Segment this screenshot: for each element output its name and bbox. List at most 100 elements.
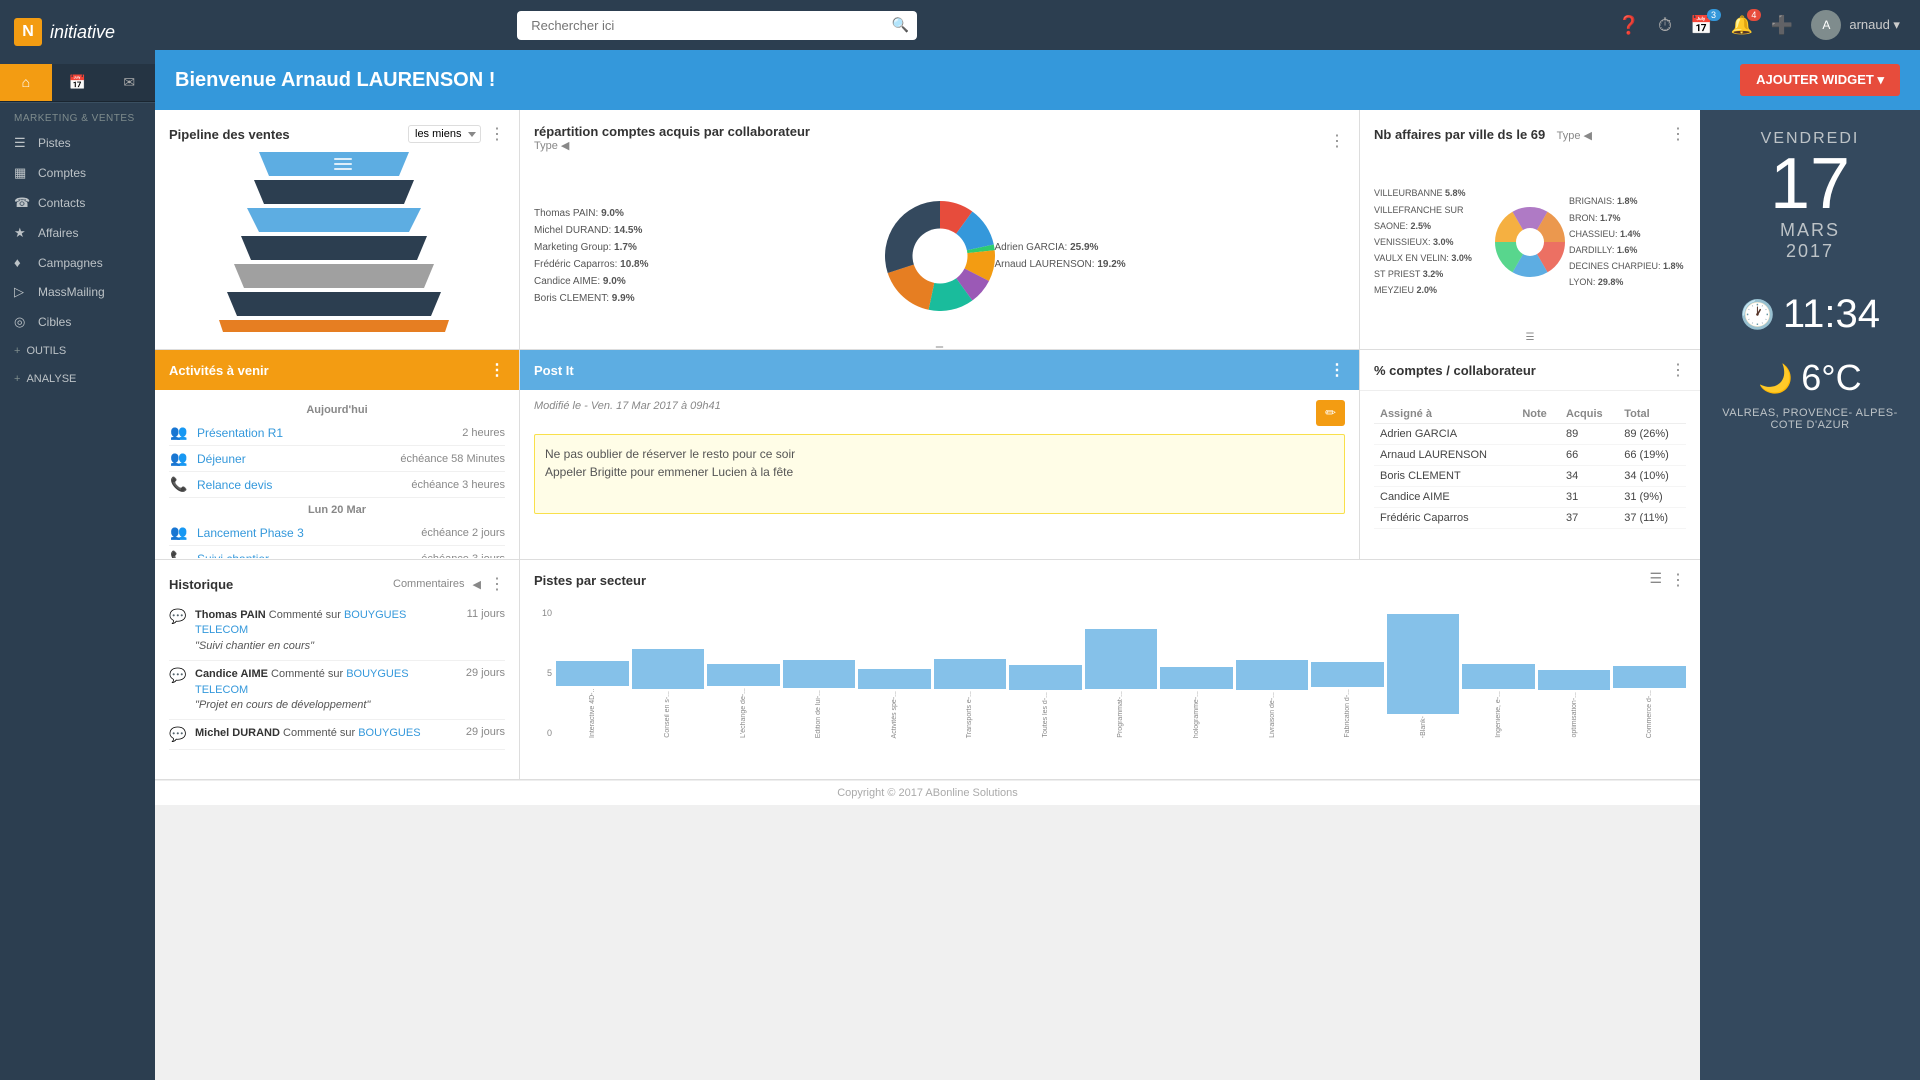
pistes-secteur-title: Pistes par secteur [534, 573, 646, 588]
mon-label: Lun 20 Mar [169, 504, 505, 516]
pistes-secteur-menu-btn[interactable]: ⋮ [1670, 570, 1686, 590]
historique-days: 29 jours [466, 667, 505, 679]
sidebar-group-analyse[interactable]: + ANALYSE [0, 365, 155, 393]
col-acquis: Acquis [1560, 405, 1618, 424]
bar-col: Ingenierie, e-... [1462, 664, 1535, 738]
pipeline-filter[interactable]: les miens [408, 125, 481, 143]
plus-icon: + [14, 345, 20, 357]
nav-mail[interactable]: ✉ [103, 64, 155, 101]
widgets-row-3: Historique Commentaires ◀ ⋮ 💬 Thomas PAI… [155, 560, 1700, 780]
pistes-secteur-widget: Pistes par secteur ☰ ⋮ 10 5 0 [520, 560, 1700, 779]
add-widget-button[interactable]: AJOUTER WIDGET ▾ [1740, 64, 1900, 96]
massmailing-icon: ▷ [14, 284, 30, 300]
group-label: OUTILS [26, 345, 66, 357]
bar-label: Interactive 4D-... [589, 688, 596, 738]
cell-note [1516, 445, 1560, 466]
bar-col: Commerce d-... [1613, 666, 1686, 738]
pipeline-menu-btn[interactable]: ⋮ [489, 124, 505, 144]
activity-row: 👥 Présentation R1 2 heures [169, 420, 505, 446]
nav-home[interactable]: ⌂ [0, 64, 52, 101]
sidebar-item-campagnes[interactable]: ♦ Campagnes [0, 248, 155, 277]
header-icons: ❓ ⏱ 📅 3 🔔 4 ➕ A arnaud ▾ [1618, 10, 1900, 40]
sidebar-item-massmailing[interactable]: ▷ MassMailing [0, 277, 155, 307]
sidebar-logo[interactable]: N initiative [0, 0, 155, 64]
dashboard-main: Pipeline des ventes les miens ⋮ [155, 110, 1700, 1080]
activity-time: échéance 3 heures [411, 479, 505, 491]
activity-link[interactable]: Lancement Phase 3 [197, 526, 413, 540]
header-user[interactable]: A arnaud ▾ [1811, 10, 1900, 40]
sidebar-item-affaires[interactable]: ★ Affaires [0, 218, 155, 248]
bar [858, 669, 931, 689]
weather-icon: 🌙 [1758, 362, 1793, 395]
pct-comptes-menu-btn[interactable]: ⋮ [1670, 360, 1686, 380]
activity-time: échéance 2 jours [421, 527, 505, 539]
bell-badge: 4 [1747, 9, 1761, 21]
funnel-chart: Gagnée (2) Prospection (2) Perdue (1) [179, 152, 489, 332]
cell-acquis: 37 [1560, 508, 1618, 529]
cell-acquis: 34 [1560, 466, 1618, 487]
bar-label: Fabrication d-... [1344, 689, 1351, 738]
table-row: Candice AIME 3131 (9%) [1374, 487, 1686, 508]
main-content: 🔍 ❓ ⏱ 📅 3 🔔 4 ➕ A arnaud ▾ Bienvenue Arn… [155, 0, 1920, 1080]
postit-content: Ne pas oublier de réserver le resto pour… [534, 434, 1345, 514]
col-note: Note [1516, 405, 1560, 424]
repartition-menu-btn[interactable]: ⋮ [1329, 131, 1345, 151]
bar [1009, 665, 1082, 690]
cell-note [1516, 508, 1560, 529]
avatar: A [1811, 10, 1841, 40]
bar-label: Toutes les d-... [1042, 692, 1049, 738]
copyright: Copyright © 2017 ABonline Solutions [155, 780, 1700, 805]
sidebar-group-outils[interactable]: + OUTILS [0, 337, 155, 365]
historique-row: 💬 Candice AIME Commenté sur BOUYGUES TEL… [169, 661, 505, 720]
cell-acquis: 31 [1560, 487, 1618, 508]
historique-row: 💬 Michel DURAND Commenté sur BOUYGUES 29… [169, 720, 505, 750]
activity-link[interactable]: Relance devis [197, 478, 403, 492]
cell-note [1516, 487, 1560, 508]
calendar-icon-btn[interactable]: 📅 3 [1690, 15, 1712, 36]
cell-total: 31 (9%) [1618, 487, 1686, 508]
cell-total: 37 (11%) [1618, 508, 1686, 529]
sidebar-item-label: Pistes [38, 136, 71, 150]
bar-col: optimisation-... [1538, 670, 1611, 738]
postit-menu-btn[interactable]: ⋮ [1329, 360, 1345, 380]
history-icon-btn[interactable]: ⏱ [1658, 15, 1672, 36]
comment-icon: 💬 [169, 726, 189, 743]
historique-text: Thomas PAIN Commenté sur BOUYGUES TELECO… [195, 608, 461, 654]
historique-menu-btn[interactable]: ⋮ [489, 574, 505, 594]
activity-icon: 📞 [169, 476, 189, 493]
activity-time: échéance 3 jours [421, 553, 505, 559]
activity-link[interactable]: Présentation R1 [197, 426, 454, 440]
cell-note [1516, 424, 1560, 445]
activity-link[interactable]: Déjeuner [197, 452, 392, 466]
bar-col: Fabrication d-... [1311, 662, 1384, 738]
add-icon-btn[interactable]: ➕ [1771, 15, 1793, 36]
activity-link[interactable]: Suivi chantier [197, 552, 413, 559]
nav-calendar[interactable]: 📅 [52, 64, 104, 101]
table-row: Boris CLEMENT3434 (10%) [1374, 466, 1686, 487]
legend-item: Boris CLEMENT: 9.9% [534, 290, 885, 307]
postit-edit-button[interactable]: ✏ [1316, 400, 1345, 426]
widgets-row-2: Activités à venir ⋮ Aujourd'hui 👥 Présen… [155, 350, 1700, 560]
repartition-title: répartition comptes acquis par collabora… [534, 124, 810, 139]
help-icon-btn[interactable]: ❓ [1618, 15, 1640, 36]
bar-col: Programmat-... [1085, 629, 1158, 738]
repartition-footer: ☰ [534, 346, 1345, 349]
search-input[interactable] [517, 11, 917, 40]
activities-title: Activités à venir [169, 363, 269, 378]
bar-label: Ingenierie, e-... [1495, 691, 1502, 738]
sidebar-item-comptes[interactable]: ▦ Comptes [0, 158, 155, 188]
search-button[interactable]: 🔍 [892, 17, 909, 34]
sidebar-item-cibles[interactable]: ◎ Cibles [0, 307, 155, 337]
historique-text: Candice AIME Commenté sur BOUYGUES TELEC… [195, 667, 460, 713]
cell-name: Candice AIME [1374, 487, 1516, 508]
activities-menu-btn[interactable]: ⋮ [489, 360, 505, 380]
activity-row: 📞 Suivi chantier échéance 3 jours [169, 546, 505, 558]
bell-icon-btn[interactable]: 🔔 4 [1731, 15, 1753, 36]
sidebar-item-contacts[interactable]: ☎ Contacts [0, 188, 155, 218]
sidebar-section-title: MARKETING & VENTES [0, 102, 155, 128]
nb-affaires-menu-btn[interactable]: ⋮ [1670, 124, 1686, 144]
pistes-icon: ☰ [14, 135, 30, 151]
bar [632, 649, 705, 689]
sidebar-item-pistes[interactable]: ☰ Pistes [0, 128, 155, 158]
postit-header: Post It ⋮ [520, 350, 1359, 390]
